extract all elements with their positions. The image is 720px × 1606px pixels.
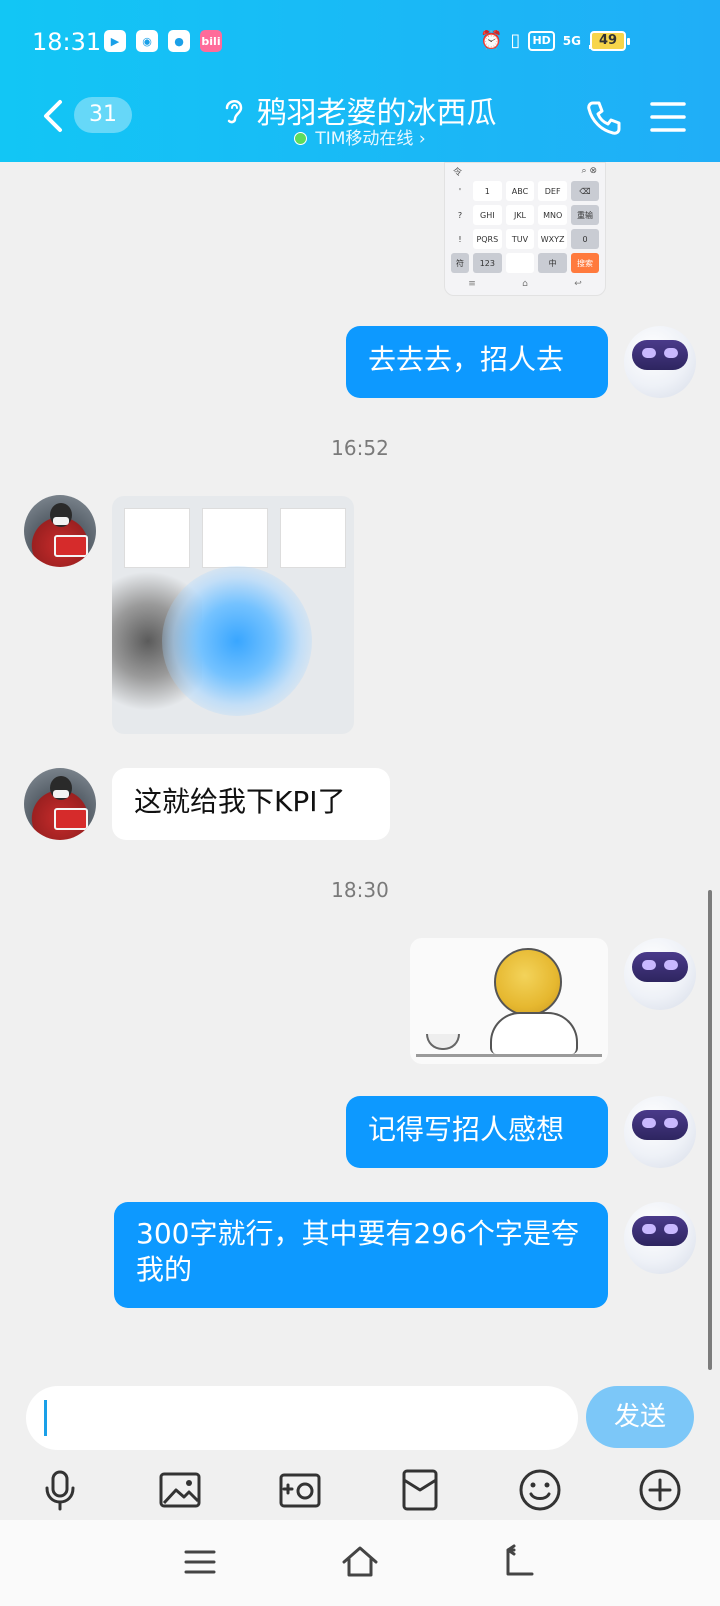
emoji-icon[interactable] — [516, 1466, 564, 1514]
robot-visor-icon — [632, 1110, 688, 1140]
text-caret — [44, 1400, 47, 1436]
location-app-icon: ◉ — [136, 30, 158, 52]
online-status-text: TIM移动在线 › — [315, 129, 426, 149]
timestamp: 16:52 — [331, 436, 389, 460]
robot-visor-icon — [632, 1216, 688, 1246]
avatar[interactable] — [24, 495, 96, 567]
network-label: 5G — [562, 33, 581, 48]
red-packet-icon[interactable] — [396, 1466, 444, 1514]
image-icon[interactable] — [156, 1466, 204, 1514]
alarm-icon: ⏰ — [480, 30, 503, 51]
app-notification-icon: ▶ — [104, 30, 126, 52]
input-area: 发送 — [0, 1370, 720, 1520]
system-nav-bar — [0, 1520, 720, 1606]
sticker-message[interactable] — [410, 938, 608, 1064]
message-list[interactable]: 令 ⌕ ⊗ ' 1 ABC DEF ⌫ ? GHI JKL MNO 重输 ! PQ… — [0, 162, 720, 1370]
menu-icon[interactable] — [650, 100, 686, 134]
vibrate-icon: ▯ — [510, 30, 521, 51]
plus-icon[interactable] — [636, 1466, 684, 1514]
ear-icon — [226, 100, 243, 124]
outgoing-message-bubble[interactable]: 记得写招人感想 — [346, 1096, 608, 1168]
scrollbar[interactable] — [708, 890, 712, 1370]
recent-apps-icon[interactable] — [180, 1542, 220, 1582]
avatar[interactable] — [24, 768, 96, 840]
keyboard-top-bar: 令 ⌕ ⊗ — [453, 166, 597, 178]
app-icon: ● — [168, 30, 190, 52]
avatar[interactable] — [624, 326, 696, 398]
chat-header: 18:31 ▶ ◉ ● bili ⏰ ▯ HD 5G 49 31 鸦羽老婆的冰西… — [0, 0, 720, 162]
avatar[interactable] — [624, 1202, 696, 1274]
incoming-message-bubble[interactable]: 这就给我下KPI了 — [112, 768, 390, 840]
camera-icon[interactable] — [276, 1466, 324, 1514]
phone-call-icon[interactable] — [584, 98, 624, 138]
avatar[interactable] — [624, 1096, 696, 1168]
keyboard-keys: ' 1 ABC DEF ⌫ ? GHI JKL MNO 重输 ! PQRS TU… — [445, 179, 605, 275]
outgoing-message-bubble[interactable]: 去去去，招人去 — [346, 326, 608, 398]
image-message[interactable]: 令 ⌕ ⊗ ' 1 ABC DEF ⌫ ? GHI JKL MNO 重输 ! PQ… — [444, 162, 606, 296]
app-icon: bili — [200, 30, 222, 52]
robot-visor-icon — [632, 952, 688, 982]
sticker-message[interactable] — [112, 496, 354, 734]
status-time: 18:31 — [32, 28, 102, 56]
send-button[interactable]: 发送 — [586, 1386, 694, 1448]
mic-icon[interactable] — [36, 1466, 84, 1514]
keyboard-nav: ≡ ⌂ ↩ — [468, 279, 582, 289]
outgoing-message-bubble[interactable]: 300字就行，其中要有296个字是夸我的 — [114, 1202, 608, 1308]
battery-icon: 49 — [590, 31, 630, 51]
notification-icons: ▶ ◉ ● bili — [104, 30, 222, 52]
message-input[interactable] — [26, 1386, 578, 1450]
robot-visor-icon — [632, 340, 688, 370]
timestamp: 18:30 — [331, 878, 389, 902]
back-icon[interactable] — [500, 1542, 540, 1582]
avatar[interactable] — [624, 938, 696, 1010]
online-dot-icon — [294, 132, 308, 145]
hd-icon: HD — [528, 30, 555, 51]
home-icon[interactable] — [340, 1542, 380, 1582]
status-bar: 18:31 ▶ ◉ ● bili ⏰ ▯ HD 5G 49 — [0, 26, 720, 62]
